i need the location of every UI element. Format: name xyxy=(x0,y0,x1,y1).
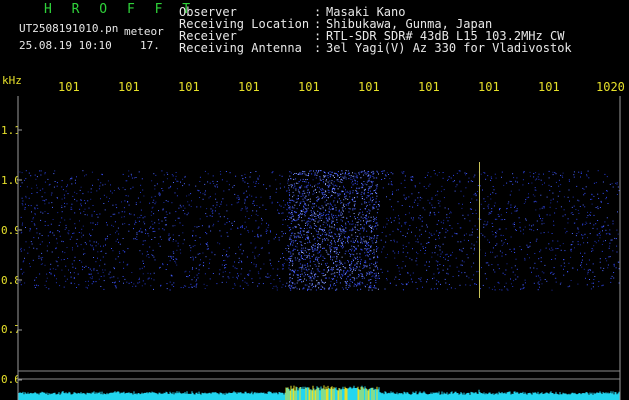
spectrogram xyxy=(17,96,621,400)
spectrogram-background xyxy=(18,96,620,400)
hrofft-meteor-window: H R O F F T UT2508191010.pn meteor 25.08… xyxy=(0,0,629,400)
